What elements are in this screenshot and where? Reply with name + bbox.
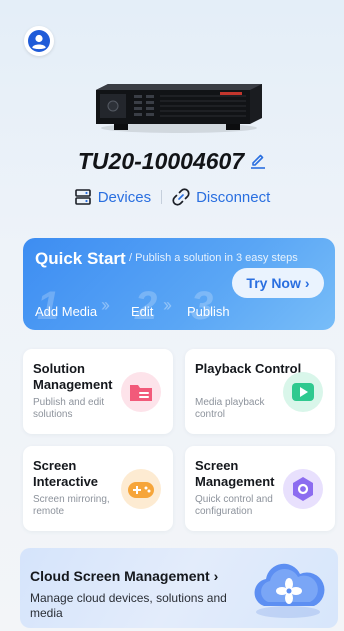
devices-label: Devices (97, 188, 152, 206)
quick-start-subtitle: / Publish a solution in 3 easy steps (129, 252, 298, 264)
cloud-title: Cloud Screen Management (30, 568, 210, 584)
quick-start-title: Quick Start (35, 249, 126, 268)
divider (161, 190, 163, 204)
device-image (94, 82, 264, 134)
user-avatar-button[interactable] (24, 26, 54, 56)
card-subtitle: Screen mirroring, remote (33, 494, 110, 517)
hexagon-icon (283, 469, 323, 509)
device-name-row: TU20-10004607 (0, 148, 344, 175)
edit-pencil-icon (251, 154, 266, 169)
step-label: Edit (131, 304, 154, 319)
cloud-subtitle: Manage cloud devices, solutions and medi… (30, 591, 227, 620)
quick-start-banner[interactable]: Quick Start / Publish a solution in 3 ea… (23, 238, 335, 330)
step-label: Publish (187, 304, 230, 319)
try-now-label: Try Now (246, 275, 301, 291)
step-label: Add Media (35, 304, 98, 319)
edit-name-button[interactable] (250, 148, 266, 175)
cloud-title-row: Cloud Screen Management › (30, 568, 218, 584)
folder-icon (121, 372, 161, 412)
cloud-screen-management-banner[interactable]: Cloud Screen Management › Manage cloud d… (20, 548, 338, 628)
step-arrow-icon: ›› (163, 295, 172, 315)
user-icon (28, 30, 50, 52)
disconnect-label: Disconnect (196, 188, 271, 206)
card-solution-management[interactable]: Solution Management Publish and edit sol… (23, 349, 173, 434)
devices-button[interactable]: Devices (74, 188, 151, 206)
try-now-button[interactable]: Try Now › (232, 268, 324, 298)
disconnect-button[interactable]: Disconnect (172, 188, 270, 206)
chevron-right-icon: › (304, 275, 310, 291)
device-name: TU20-10004607 (77, 148, 245, 174)
card-subtitle: Quick control and configuration (195, 494, 273, 517)
devices-icon (74, 189, 91, 205)
cloud-icon (254, 563, 325, 618)
chevron-right-icon: › (213, 568, 219, 584)
gamepad-icon (121, 469, 161, 509)
card-screen-interactive[interactable]: Screen Interactive Screen mirroring, rem… (23, 446, 173, 531)
play-icon (283, 372, 323, 412)
card-subtitle: Publish and edit solutions (33, 397, 105, 420)
card-screen-management[interactable]: Screen Management Quick control and conf… (185, 446, 335, 531)
card-playback-control[interactable]: Playback Control Media playback control (185, 349, 335, 434)
step-arrow-icon: ›› (101, 295, 110, 315)
unlink-icon (172, 188, 190, 206)
device-actions: Devices Disconnect (0, 188, 344, 206)
card-subtitle: Media playback control (195, 397, 265, 420)
